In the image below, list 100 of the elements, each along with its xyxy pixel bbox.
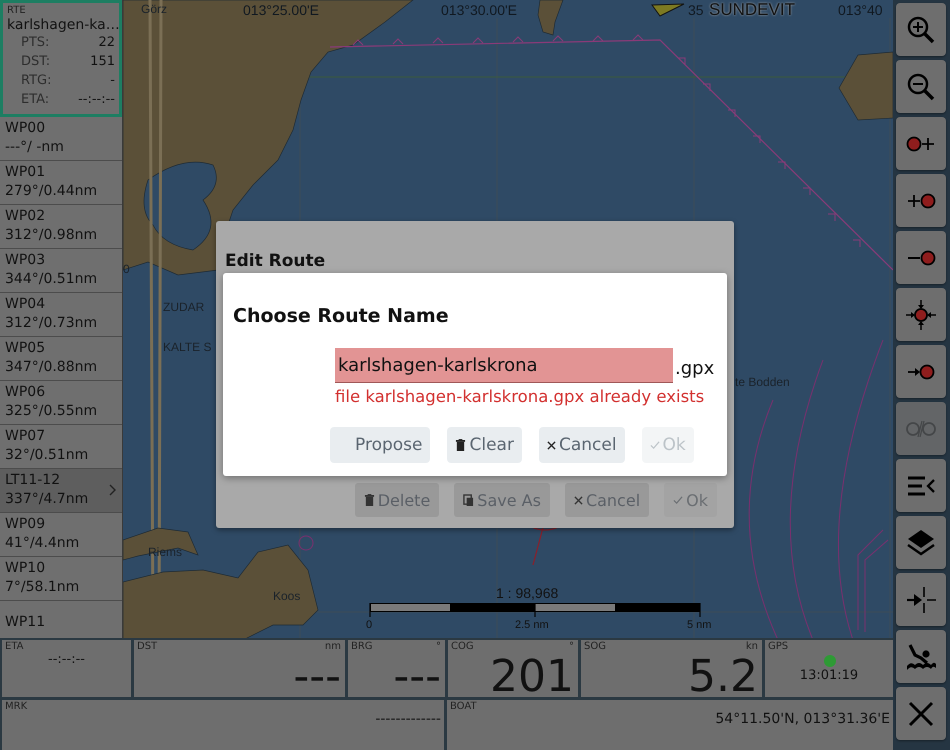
toolbar-button[interactable] <box>896 117 946 170</box>
dialog-title: Edit Route <box>225 251 326 271</box>
waypoint-item[interactable]: WP01 279°/0.44nm <box>0 161 122 205</box>
field-label: RTG: <box>21 72 52 90</box>
waypoint-name: WP04 <box>5 295 46 314</box>
gps-time: 13:01:19 <box>798 668 860 683</box>
toolbar-button[interactable] <box>896 174 946 227</box>
dialog-button[interactable]: Save As <box>454 483 550 517</box>
waypoint-bearing-distance: 344°/0.51nm <box>5 270 98 289</box>
instrument-label: DST <box>137 641 158 652</box>
close-icon <box>574 496 583 504</box>
field-label: ETA: <box>21 91 50 109</box>
instrument-label: SOG <box>584 641 606 652</box>
scale-tick-label: 0 <box>366 619 372 631</box>
instrument-label: GPS <box>768 641 788 652</box>
waypoint-bearing-distance: 41°/4.4nm <box>5 534 80 553</box>
place-label: ZUDAR <box>163 300 204 314</box>
instrument-label: BOAT <box>450 701 477 712</box>
buoy-icon <box>298 536 314 550</box>
instrument-value: 5.2 <box>688 651 758 697</box>
instrument-label: BRG <box>351 641 373 652</box>
waypoint-item[interactable]: WP00 ---°/ -nm <box>0 117 122 161</box>
waypoint-bearing-distance: 312°/0.98nm <box>5 226 98 245</box>
instrument-value: 201 <box>490 651 574 697</box>
waypoint-item[interactable]: LT11-12 337°/4.7nm <box>0 469 122 513</box>
instrument-value: 54°11.50'N, 013°31.36'E <box>715 711 890 727</box>
unit-label: kn <box>746 641 758 652</box>
place-label: te Bodden <box>735 375 790 389</box>
waypoint-name: WP05 <box>5 339 46 358</box>
place-label: KALTE S <box>163 340 212 354</box>
waypoint-item[interactable]: WP02 312°/0.98nm <box>0 205 122 249</box>
grid-label: 013°40 <box>838 2 883 18</box>
instrument-label: COG <box>451 641 474 652</box>
waypoint-bearing-distance: 325°/0.55nm <box>5 402 98 421</box>
instrument-value: --- <box>393 651 441 697</box>
center-target-icon <box>905 298 937 330</box>
toolbar-button[interactable] <box>896 630 946 683</box>
waypoint-item[interactable]: WP03 344°/0.51nm <box>0 249 122 293</box>
toolbar-button[interactable] <box>896 345 946 398</box>
dialog-button[interactable]: Clear <box>447 427 522 463</box>
toolbar-button[interactable] <box>896 687 946 740</box>
waypoint-name: WP11 <box>5 612 46 632</box>
vessel-name: SUNDEVIT <box>709 0 795 20</box>
waypoint-item[interactable]: WP04 312°/0.73nm <box>0 293 122 337</box>
waypoint-name: WP02 <box>5 207 46 226</box>
close-icon <box>546 440 556 450</box>
waypoint-name: WP03 <box>5 251 46 270</box>
waypoint-name: WP01 <box>5 163 46 182</box>
scale-tick-label: 5 nm <box>687 619 712 631</box>
waypoint-bearing-distance: 279°/0.44nm <box>5 182 98 201</box>
file-extension-label: .gpx <box>675 358 714 381</box>
instrument-value: ------------- <box>375 711 441 727</box>
toolbar-button[interactable] <box>896 459 946 512</box>
route-name-field[interactable]: karlshagen-karlskrona <box>335 348 673 383</box>
field-value: - <box>110 72 115 90</box>
dialog-button[interactable]: Propose <box>330 427 430 463</box>
scale-tick-label: 2.5 nm <box>515 619 549 631</box>
toolbar-button[interactable] <box>896 516 946 569</box>
instrument-value: --- <box>293 651 341 697</box>
toolbar-button[interactable] <box>896 60 946 113</box>
toolbar-button[interactable] <box>896 3 946 56</box>
place-label: Koos <box>273 589 300 603</box>
waypoint-bearing-distance: 337°/4.7nm <box>5 490 88 509</box>
dialog-button[interactable]: Cancel <box>538 427 625 463</box>
waypoint-item[interactable]: WP09 41°/4.4nm <box>0 513 122 557</box>
unit-label: ° <box>569 641 574 652</box>
waypoint-item[interactable]: WP05 347°/0.88nm <box>0 337 122 381</box>
trash-icon <box>364 494 375 506</box>
waypoint-bearing-distance: 7°/58.1nm <box>5 578 80 597</box>
vessel-icon <box>651 3 685 18</box>
error-message: file karlshagen-karlskrona.gpx already exists <box>335 387 704 406</box>
instrument-label: MRK <box>5 701 28 712</box>
route-label: RTE <box>7 5 27 16</box>
trash-icon <box>455 438 466 452</box>
grid-label: 013°30.00'E <box>441 2 518 18</box>
field-label: DST: <box>21 53 50 71</box>
dialog-button[interactable]: Delete <box>354 483 440 517</box>
waypoint-name: LT11-12 <box>5 471 62 490</box>
copy-icon <box>463 494 474 506</box>
field-label: PTS: <box>21 34 50 52</box>
toolbar-button[interactable] <box>896 231 946 284</box>
unit-label: ° <box>436 641 441 652</box>
toolbar-button[interactable] <box>896 288 946 341</box>
field-value: --:--:-- <box>78 91 115 109</box>
waypoint-bearing-distance: ---°/ -nm <box>5 138 64 157</box>
check-icon <box>673 495 684 505</box>
place-label: Riems <box>148 545 182 559</box>
waypoint-bearing-distance: 347°/0.88nm <box>5 358 98 377</box>
waypoint-name: WP07 <box>5 427 46 446</box>
unit-label: nm <box>324 641 341 652</box>
waypoint-bearing-distance: 312°/0.73nm <box>5 314 98 333</box>
waypoint-item[interactable]: WP06 325°/0.55nm <box>0 381 122 425</box>
grid-label: 013°25.00'E <box>243 2 320 18</box>
instrument-value: --:--:-- <box>47 652 86 667</box>
waypoint-name: WP06 <box>5 383 46 402</box>
dialog-button[interactable]: Cancel <box>564 483 650 517</box>
grid-label: 35 <box>688 2 704 18</box>
toolbar-button[interactable] <box>896 573 946 626</box>
place-label: Görz <box>141 2 168 16</box>
waypoint-item[interactable]: WP10 7°/58.1nm <box>0 557 122 601</box>
